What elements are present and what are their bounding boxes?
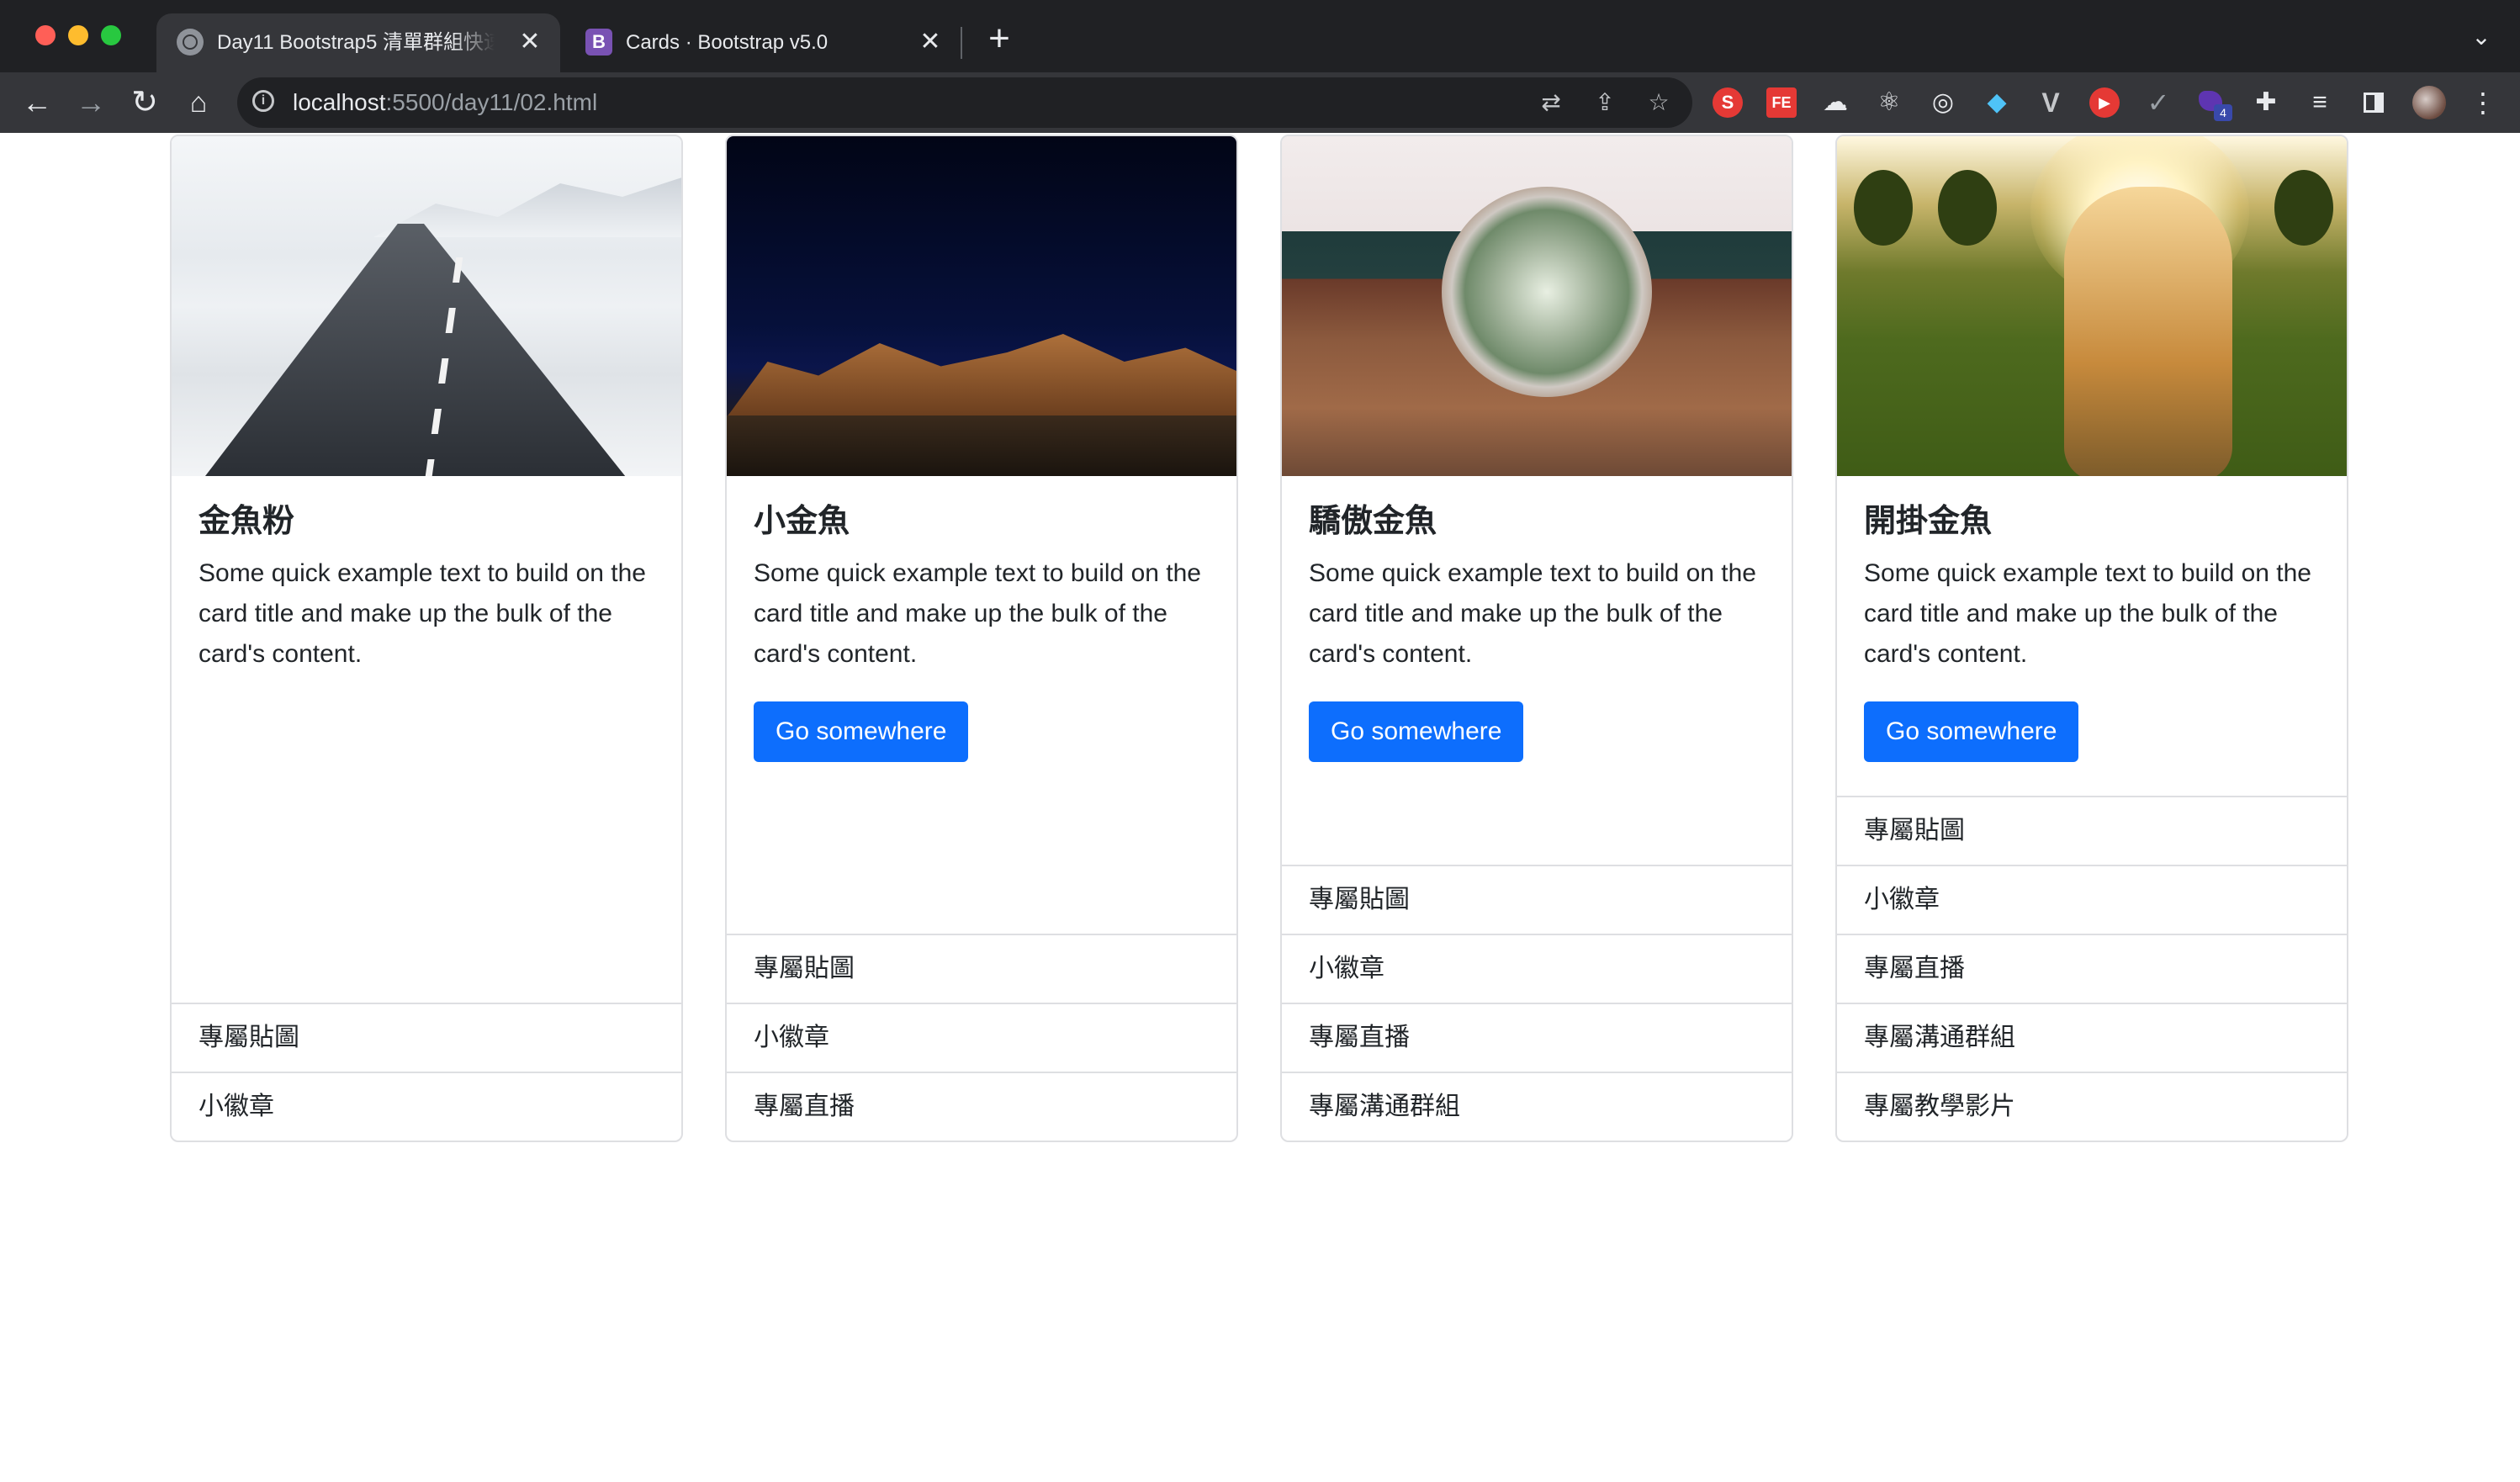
close-window-button[interactable] <box>35 25 56 45</box>
card-body: 驕傲金魚 Some quick example text to build on… <box>1282 476 1792 865</box>
card-body: 小金魚 Some quick example text to build on … <box>727 476 1236 934</box>
translate-icon[interactable]: ⇄ <box>1536 87 1566 118</box>
home-icon[interactable]: ⌂ <box>177 81 220 124</box>
target-extension-icon[interactable]: ◎ <box>1928 87 1958 118</box>
address-bar[interactable]: i localhost:5500/day11/02.html ⇄ ⇪ ☆ <box>237 77 1692 128</box>
fe-extension-icon[interactable]: FE <box>1766 87 1797 118</box>
card-title: 金魚粉 <box>199 504 295 539</box>
menu-kebab-icon[interactable]: ⋮ <box>2466 86 2500 119</box>
card-body: 金魚粉 Some quick example text to build on … <box>172 476 681 1003</box>
forward-icon[interactable]: → <box>69 81 113 124</box>
card-text: Some quick example text to build on the … <box>754 559 1201 668</box>
go-somewhere-button[interactable]: Go somewhere <box>1864 701 2079 762</box>
tab-day11[interactable]: Day11 Bootstrap5 清單群組快速 ✕ <box>156 13 560 72</box>
share-icon[interactable]: ⇪ <box>1590 87 1620 118</box>
side-panel-icon[interactable] <box>2359 87 2389 118</box>
go-somewhere-button[interactable]: Go somewhere <box>754 701 969 762</box>
url-text[interactable]: localhost:5500/day11/02.html <box>293 87 597 118</box>
list-item: 專屬教學影片 <box>1837 1072 2347 1141</box>
tab-title: Day11 Bootstrap5 清單群組快速 <box>217 31 495 54</box>
back-icon[interactable]: ← <box>15 81 59 124</box>
cloud-extension-icon[interactable]: ☁ <box>1820 87 1850 118</box>
extensions-puzzle-icon[interactable]: ✚ <box>2251 87 2281 118</box>
night-mountain-image <box>727 136 1236 476</box>
list-item: 專屬貼圖 <box>1282 865 1792 934</box>
new-tab-button[interactable]: + <box>979 19 1019 59</box>
list-item: 小徽章 <box>1837 865 2347 934</box>
purple-extension-icon[interactable]: 4 <box>2197 87 2232 121</box>
s-extension-icon[interactable]: S <box>1713 87 1743 118</box>
react-devtools-icon[interactable]: ⚛ <box>1874 87 1904 118</box>
bootstrap-icon: B <box>585 29 612 56</box>
url-host: localhost <box>293 89 386 115</box>
site-info-icon[interactable]: i <box>252 90 274 112</box>
list-item: 小徽章 <box>172 1072 681 1141</box>
card-text: Some quick example text to build on the … <box>199 559 646 668</box>
media-control-icon[interactable]: ≡ <box>2305 87 2335 118</box>
youtube-extension-icon[interactable]: ▶ <box>2089 87 2120 118</box>
tab-title: Cards · Bootstrap v5.0 <box>626 31 829 54</box>
list-item: 小徽章 <box>727 1003 1236 1072</box>
list-item: 專屬貼圖 <box>727 934 1236 1003</box>
card-1: 金魚粉 Some quick example text to build on … <box>170 135 683 1142</box>
list-group: 專屬貼圖 小徽章 <box>172 1003 681 1141</box>
cactus-image <box>1282 136 1792 476</box>
minimize-window-button[interactable] <box>68 25 88 45</box>
card-text: Some quick example text to build on the … <box>1864 559 2311 668</box>
list-item: 專屬溝通群組 <box>1282 1072 1792 1141</box>
list-group: 專屬貼圖 小徽章 專屬直播 專屬溝通群組 <box>1282 865 1792 1141</box>
card-4: 開掛金魚 Some quick example text to build on… <box>1835 135 2348 1142</box>
list-item: 專屬溝通群組 <box>1837 1003 2347 1072</box>
field-girl-image <box>1837 136 2347 476</box>
tab-search-icon[interactable]: ⌄ <box>2464 20 2498 54</box>
url-path: :5500/day11/02.html <box>385 89 598 115</box>
maximize-window-button[interactable] <box>101 25 121 45</box>
tab-separator <box>961 27 962 59</box>
card-title: 小金魚 <box>754 504 850 539</box>
bookmark-star-icon[interactable]: ☆ <box>1644 87 1674 118</box>
list-item: 專屬直播 <box>1282 1003 1792 1072</box>
tab-close-icon[interactable]: ✕ <box>515 27 545 57</box>
card-body: 開掛金魚 Some quick example text to build on… <box>1837 476 2347 796</box>
list-item: 專屬貼圖 <box>1837 796 2347 865</box>
go-somewhere-button[interactable]: Go somewhere <box>1309 701 1524 762</box>
reload-icon[interactable]: ↻ <box>123 81 167 124</box>
list-item: 專屬貼圖 <box>172 1003 681 1072</box>
card-text: Some quick example text to build on the … <box>1309 559 1756 668</box>
gem-extension-icon[interactable]: ◆ <box>1982 87 2012 118</box>
globe-icon <box>177 29 204 56</box>
tab-bootstrap-cards[interactable]: B Cards · Bootstrap v5.0 ✕ <box>565 13 961 72</box>
tab-close-icon[interactable]: ✕ <box>915 27 945 57</box>
card-title: 開掛金魚 <box>1864 504 1993 539</box>
check-extension-icon[interactable]: ✓ <box>2143 87 2173 118</box>
card-3: 驕傲金魚 Some quick example text to build on… <box>1280 135 1793 1142</box>
list-group: 專屬貼圖 小徽章 專屬直播 <box>727 934 1236 1141</box>
extension-badge: 4 <box>2214 104 2232 121</box>
profile-avatar[interactable] <box>2412 86 2446 119</box>
vue-devtools-icon[interactable]: V <box>2036 87 2066 118</box>
card-2: 小金魚 Some quick example text to build on … <box>725 135 1238 1142</box>
list-item: 專屬直播 <box>1837 934 2347 1003</box>
browser-toolbar: ← → ↻ ⌂ i localhost:5500/day11/02.html ⇄… <box>0 72 2520 133</box>
list-item: 專屬直播 <box>727 1072 1236 1141</box>
list-item: 小徽章 <box>1282 934 1792 1003</box>
list-group: 專屬貼圖 小徽章 專屬直播 專屬溝通群組 專屬教學影片 <box>1837 796 2347 1141</box>
snowy-road-image <box>172 136 681 476</box>
side-panel-box <box>2364 93 2384 113</box>
browser-tab-strip: Day11 Bootstrap5 清單群組快速 ✕ B Cards · Boot… <box>0 0 2520 72</box>
card-title: 驕傲金魚 <box>1309 504 1437 539</box>
page-viewport: 金魚粉 Some quick example text to build on … <box>0 133 2520 1482</box>
